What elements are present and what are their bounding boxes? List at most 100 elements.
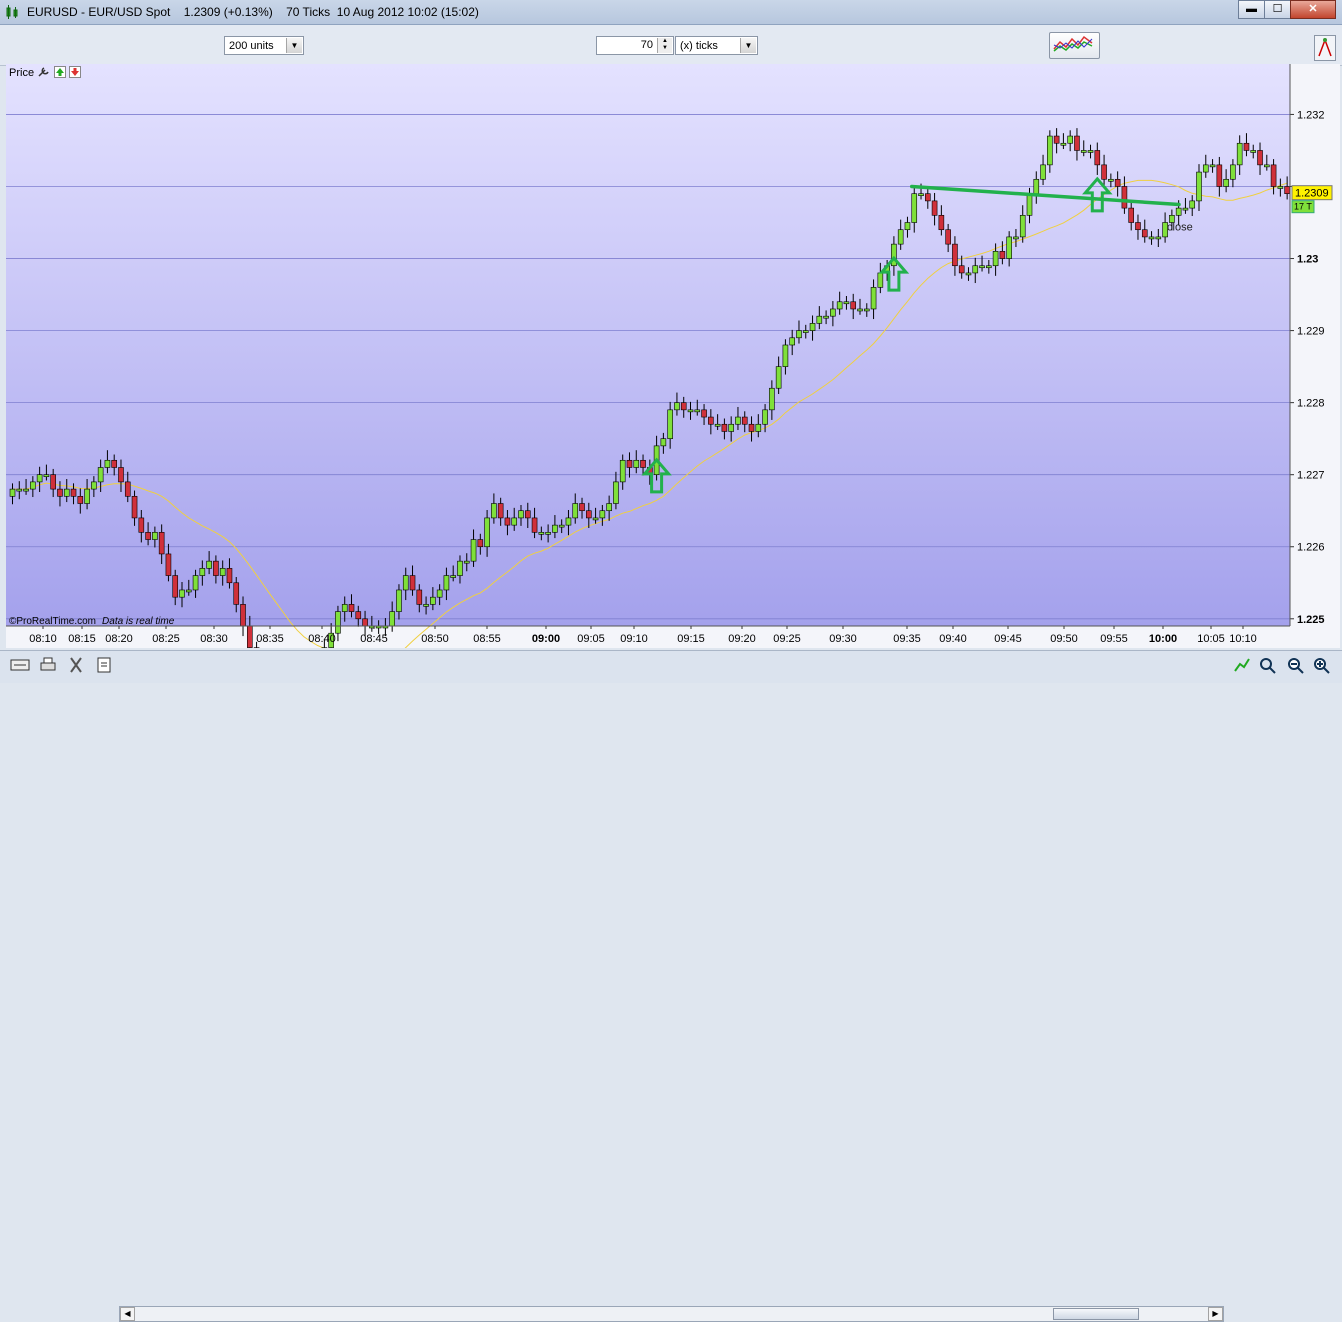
candle — [708, 417, 713, 424]
candle — [356, 612, 361, 619]
candle — [837, 302, 842, 309]
x-tick-label: 08:35 — [256, 633, 284, 645]
candle — [858, 309, 863, 311]
close-button[interactable]: ✕ — [1290, 0, 1336, 19]
candle — [1278, 186, 1283, 188]
candle — [78, 496, 83, 503]
candle — [552, 525, 557, 532]
units-select[interactable]: 200 units ▼ — [224, 36, 304, 55]
candle — [1129, 208, 1134, 222]
x-tick-label: 08:45 — [360, 633, 388, 645]
x-tick-label: 09:00 — [532, 633, 560, 645]
last-price-label: 1.2309 — [1295, 188, 1329, 200]
chart-indicators-icon — [1050, 33, 1097, 56]
candle — [986, 266, 991, 268]
candle — [98, 467, 103, 481]
candle — [844, 302, 849, 304]
candle — [1102, 165, 1107, 179]
candle — [10, 489, 15, 496]
zoom-out-icon[interactable] — [1286, 656, 1306, 674]
candle — [112, 460, 117, 467]
ticks-input[interactable]: 70 ▲▼ — [596, 36, 674, 55]
minimize-button[interactable]: ▬ — [1238, 0, 1265, 19]
window-titlebar: EURUSD - EUR/USD Spot 1.2309 (+0.13%) 70… — [0, 0, 1342, 25]
price-panel-header: Price — [9, 66, 81, 79]
candle — [871, 287, 876, 309]
candle — [715, 424, 720, 426]
candle — [166, 554, 171, 576]
candle — [363, 619, 368, 626]
candle — [919, 194, 924, 196]
y-tick-label: 1.229 — [1297, 326, 1325, 338]
candle — [1013, 237, 1018, 239]
candle — [525, 511, 530, 518]
candle — [1244, 143, 1249, 150]
x-tick-label: 09:45 — [994, 633, 1022, 645]
candle — [688, 410, 693, 412]
candle — [1135, 223, 1140, 230]
candle — [851, 302, 856, 309]
candle — [471, 540, 476, 562]
x-tick-label: 10:00 — [1149, 633, 1177, 645]
chart-type-button[interactable] — [1049, 32, 1100, 59]
units-select-value: 200 units — [229, 40, 274, 52]
y-tick-label: 1.227 — [1297, 470, 1325, 482]
wrench-icon[interactable] — [37, 66, 51, 78]
candle — [457, 561, 462, 575]
keyboard-icon[interactable] — [10, 656, 30, 674]
clipboard-icon[interactable] — [94, 656, 114, 674]
candle — [1027, 194, 1032, 216]
scroll-left-icon[interactable]: ◀ — [120, 1307, 135, 1321]
candle — [966, 273, 971, 275]
candle — [349, 604, 354, 611]
price-chart[interactable]: close 1.2251.2261.2271.2281.2291.231.232… — [6, 64, 1340, 648]
scrollbar-thumb[interactable] — [1053, 1308, 1139, 1320]
auto-scale-icon[interactable] — [1232, 656, 1252, 674]
candle — [695, 410, 700, 412]
x-tick-label: 08:25 — [152, 633, 180, 645]
drawing-tools-button[interactable] — [1314, 35, 1336, 61]
ticks-unit-select-value: (x) ticks — [680, 40, 718, 52]
candle — [71, 489, 76, 496]
scroll-right-icon[interactable]: ▶ — [1208, 1307, 1223, 1321]
print-icon[interactable] — [38, 656, 58, 674]
candle — [91, 482, 96, 489]
candle — [1074, 136, 1079, 150]
zoom-fit-icon[interactable] — [1258, 656, 1278, 674]
chevron-down-icon[interactable]: ▼ — [286, 38, 302, 53]
candle — [342, 604, 347, 611]
candle — [1122, 186, 1127, 208]
arrow-up-icon[interactable] — [54, 66, 66, 78]
maximize-button[interactable]: ☐ — [1264, 0, 1291, 19]
candle — [864, 309, 869, 311]
candle — [186, 590, 191, 592]
candle — [1034, 179, 1039, 193]
candle — [1224, 179, 1229, 186]
ticks-unit-select[interactable]: (x) ticks ▼ — [675, 36, 758, 55]
zoom-in-icon[interactable] — [1312, 656, 1332, 674]
candle — [390, 612, 395, 626]
spinner-arrows-icon[interactable]: ▲▼ — [657, 38, 672, 53]
candle — [213, 561, 218, 575]
x-tick-label: 09:35 — [893, 633, 921, 645]
chart-scrollbar[interactable]: ◀ ▶ — [119, 1306, 1224, 1322]
candle — [1176, 208, 1181, 215]
app-candlestick-icon — [5, 5, 21, 19]
x-tick-label: 09:25 — [773, 633, 801, 645]
candle — [952, 244, 957, 266]
candle — [1258, 150, 1263, 164]
x-tick-label: 10:05 — [1197, 633, 1225, 645]
candle — [546, 532, 551, 534]
candle — [1264, 165, 1269, 167]
candle — [1183, 208, 1188, 210]
cut-icon[interactable] — [66, 656, 86, 674]
candle — [756, 424, 761, 431]
bottom-toolbar: ◀ ▶ — [0, 650, 1342, 683]
candle — [437, 590, 442, 597]
watermark: ©ProRealTime.comData is real time — [9, 616, 175, 627]
candle — [193, 576, 198, 590]
candle — [444, 576, 449, 590]
arrow-down-icon[interactable] — [69, 66, 81, 78]
candle — [105, 460, 110, 467]
chevron-down-icon[interactable]: ▼ — [740, 38, 756, 53]
